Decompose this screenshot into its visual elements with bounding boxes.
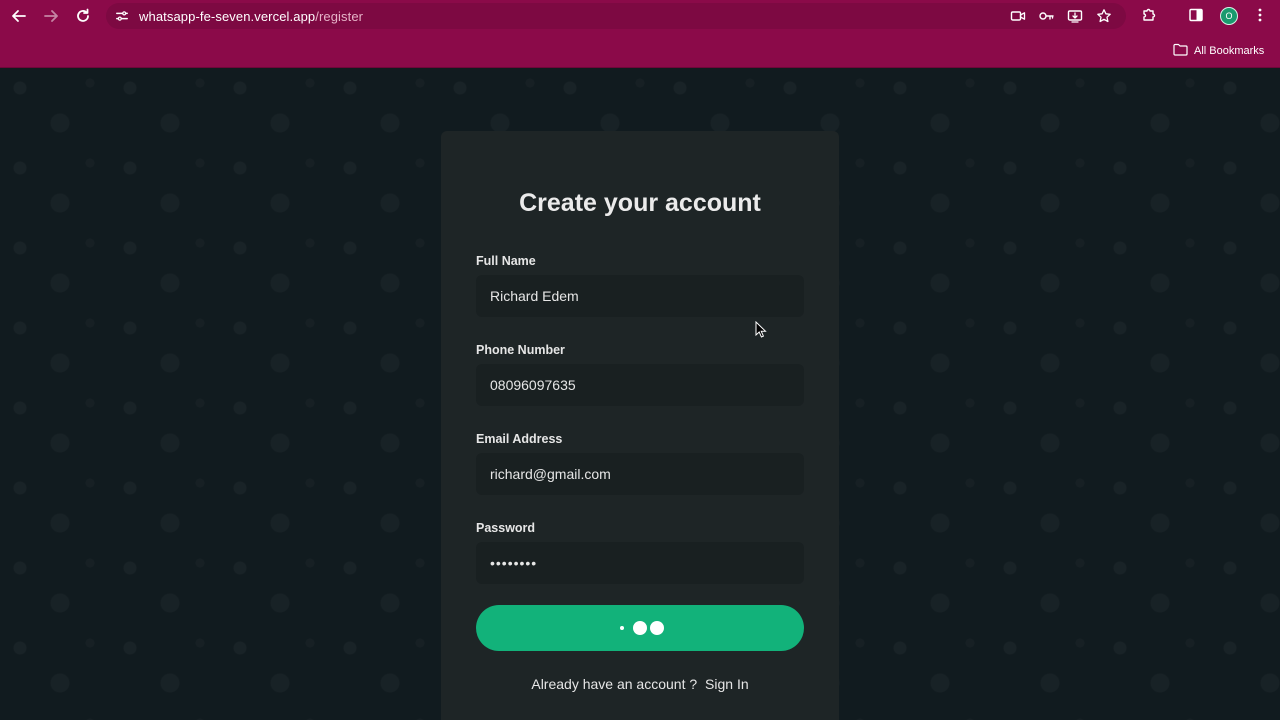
key-icon[interactable] (1038, 8, 1054, 24)
star-icon[interactable] (1096, 8, 1112, 24)
register-card: Create your account Full Name Phone Numb… (441, 131, 839, 720)
all-bookmarks-label: All Bookmarks (1194, 45, 1265, 57)
sign-in-link[interactable]: Sign In (705, 676, 749, 692)
site-info-icon[interactable] (114, 8, 130, 24)
url-host: whatsapp-fe-seven.vercel.app (139, 9, 316, 24)
full-name-label: Full Name (476, 254, 536, 268)
email-address-field[interactable] (476, 453, 804, 495)
password-field[interactable] (476, 542, 804, 584)
sidebar-icon[interactable] (1187, 6, 1205, 24)
phone-number-label: Phone Number (476, 343, 565, 357)
extensions-icon[interactable] (1140, 6, 1158, 24)
sign-in-prompt-text: Already have an account ? (531, 676, 698, 692)
phone-number-field[interactable] (476, 364, 804, 406)
create-account-button[interactable] (476, 605, 804, 651)
folder-icon (1173, 43, 1188, 59)
mouse-cursor-icon (755, 321, 767, 338)
forward-icon[interactable] (40, 5, 62, 27)
install-icon[interactable] (1067, 8, 1083, 24)
back-icon[interactable] (8, 5, 30, 27)
password-label: Password (476, 521, 536, 535)
browser-toolbar: whatsapp-fe-seven.vercel.app/register O … (0, 0, 1280, 68)
more-icon[interactable] (1251, 6, 1269, 24)
loading-spinner-icon (620, 620, 664, 636)
profile-avatar[interactable]: O (1220, 7, 1238, 25)
email-address-input[interactable] (476, 453, 804, 495)
address-bar[interactable]: whatsapp-fe-seven.vercel.app/register (106, 3, 1126, 29)
reload-icon[interactable] (72, 5, 94, 27)
sign-in-prompt: Already have an account ? Sign In (441, 676, 839, 692)
password-input[interactable] (476, 542, 804, 584)
full-name-field[interactable] (476, 275, 804, 317)
camera-icon[interactable] (1010, 8, 1026, 24)
url-text[interactable]: whatsapp-fe-seven.vercel.app/register (139, 9, 363, 24)
page-title: Create your account (519, 189, 761, 217)
phone-number-input[interactable] (476, 364, 804, 406)
url-path: /register (315, 9, 364, 24)
full-name-input[interactable] (476, 275, 804, 317)
all-bookmarks-button[interactable]: All Bookmarks (1173, 43, 1264, 59)
email-address-label: Email Address (476, 432, 563, 446)
